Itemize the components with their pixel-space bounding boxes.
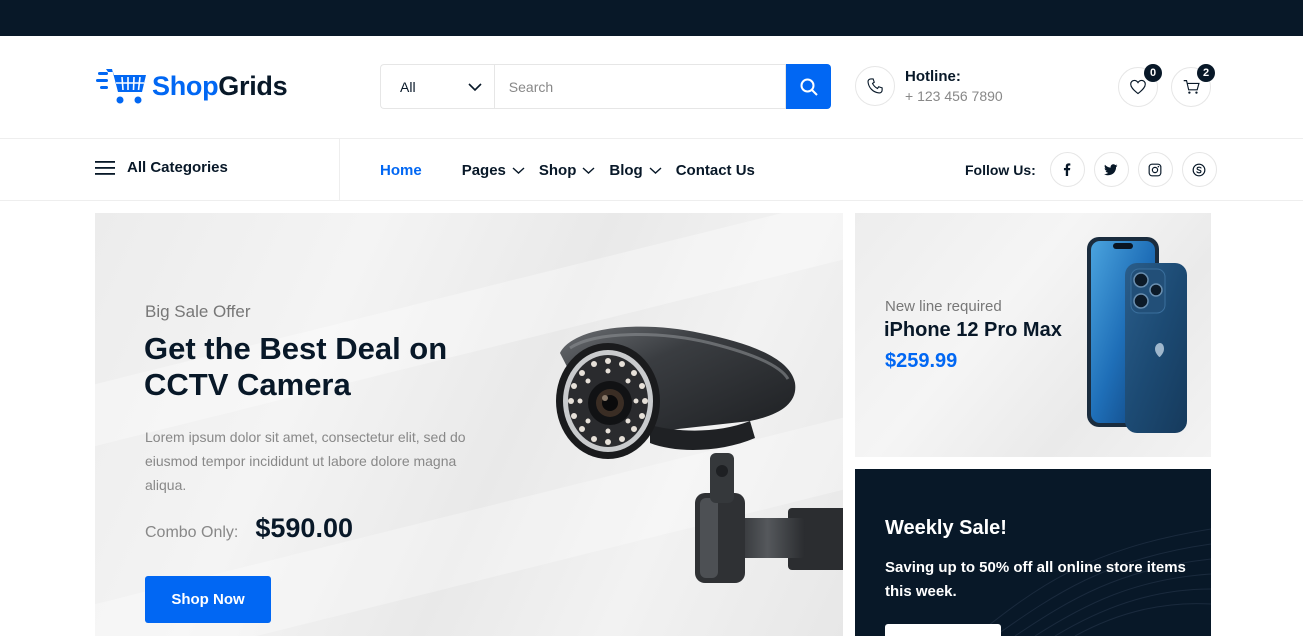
hero-subtitle: Big Sale Offer	[145, 302, 251, 321]
cart-logo-icon	[96, 69, 146, 104]
hotline-text: Hotline: + 123 456 7890	[905, 67, 1003, 105]
cart-count-badge: 2	[1197, 64, 1215, 82]
category-select-value: All	[400, 78, 416, 95]
nav-item-label: Blog	[609, 161, 643, 179]
nav-item-shop[interactable]: Shop	[539, 160, 596, 180]
instagram-link[interactable]	[1137, 152, 1173, 187]
iphone-image	[1087, 237, 1187, 433]
wishlist-button[interactable]: 0	[1118, 64, 1162, 107]
phone-icon	[867, 78, 883, 94]
weekly-sale-title: Weekly Sale!	[885, 517, 1007, 539]
chevron-down-icon	[649, 166, 662, 174]
top-bar	[0, 0, 1303, 36]
chevron-down-icon	[512, 166, 525, 174]
logo-text: ShopGrids	[152, 70, 288, 102]
hero-price-label: Combo Only:	[145, 524, 239, 541]
hero-price-value: $590.00	[255, 513, 353, 543]
shop-now-button[interactable]: Shop Now	[145, 576, 271, 623]
cart-icon	[1183, 80, 1200, 94]
skype-icon	[1192, 163, 1206, 176]
promo-card-iphone[interactable]: New line required iPhone 12 Pro Max $259…	[855, 213, 1211, 457]
weekly-sale-description: Saving up to 50% off all online store it…	[885, 559, 1186, 600]
follow-us: Follow Us:	[965, 152, 1217, 187]
instagram-icon	[1148, 163, 1162, 176]
nav-item-label: Home	[380, 161, 422, 179]
promo-iphone-price: $259.99	[885, 350, 958, 372]
promo-iphone-title: iPhone 12 Pro Max	[884, 319, 1062, 341]
cart-button[interactable]: 2	[1171, 64, 1215, 107]
follow-us-label: Follow Us:	[965, 161, 1036, 178]
hero-price: Combo Only: $590.00	[145, 513, 353, 544]
hotline-number: + 123 456 7890	[905, 88, 1003, 104]
search-icon	[800, 78, 818, 96]
wave-lines-pattern	[974, 528, 1211, 636]
all-categories-label: All Categories	[127, 159, 228, 176]
weekly-sale-button[interactable]	[885, 624, 1001, 636]
hero-description: Lorem ipsum dolor sit amet, consectetur …	[145, 429, 466, 493]
nav-item-blog[interactable]: Blog	[609, 160, 662, 180]
promo-iphone-subtitle: New line required	[885, 298, 1002, 315]
menu-icon	[95, 160, 115, 175]
nav-item-contact-us[interactable]: Contact Us	[676, 160, 755, 180]
chevron-down-icon	[582, 166, 595, 174]
nav-vertical-divider	[339, 139, 340, 200]
skype-link[interactable]	[1181, 152, 1217, 187]
facebook-link[interactable]	[1049, 152, 1085, 187]
nav-divider	[0, 200, 1303, 201]
hotline-label: Hotline:	[905, 68, 961, 85]
search-button[interactable]	[786, 64, 832, 109]
hero-banner: Big Sale Offer Get the Best Deal on CCTV…	[95, 213, 843, 636]
logo-text-grids: Grids	[218, 70, 288, 101]
logo[interactable]: ShopGrids	[96, 66, 288, 106]
hotline: Hotline: + 123 456 7890	[855, 66, 1003, 106]
search-input[interactable]	[493, 64, 787, 109]
promo-card-weekly-sale[interactable]: Weekly Sale! Saving up to 50% off all on…	[855, 469, 1211, 636]
all-categories-button[interactable]: All Categories	[95, 159, 228, 176]
main-nav: Home Pages Shop Blog Contact Us	[380, 160, 755, 180]
facebook-icon	[1064, 163, 1071, 176]
twitter-link[interactable]	[1093, 152, 1129, 187]
nav-item-label: Shop	[538, 161, 577, 179]
header-divider	[0, 138, 1303, 139]
heart-icon	[1130, 79, 1146, 95]
nav-item-home[interactable]: Home	[380, 160, 422, 180]
cctv-camera-image	[556, 326, 843, 583]
category-select[interactable]: All	[380, 64, 494, 109]
nav-item-pages[interactable]: Pages	[462, 160, 525, 180]
hero-title: Get the Best Deal on CCTV Camera	[144, 331, 448, 402]
nav-item-label: Contact Us	[675, 161, 755, 179]
chevron-down-icon	[468, 82, 482, 91]
logo-text-shop: Shop	[152, 70, 219, 101]
twitter-icon	[1104, 163, 1118, 175]
nav-item-label: Pages	[461, 161, 506, 179]
search-bar: All	[380, 64, 832, 109]
wishlist-count-badge: 0	[1144, 64, 1162, 82]
phone-icon-wrap[interactable]	[855, 66, 895, 106]
